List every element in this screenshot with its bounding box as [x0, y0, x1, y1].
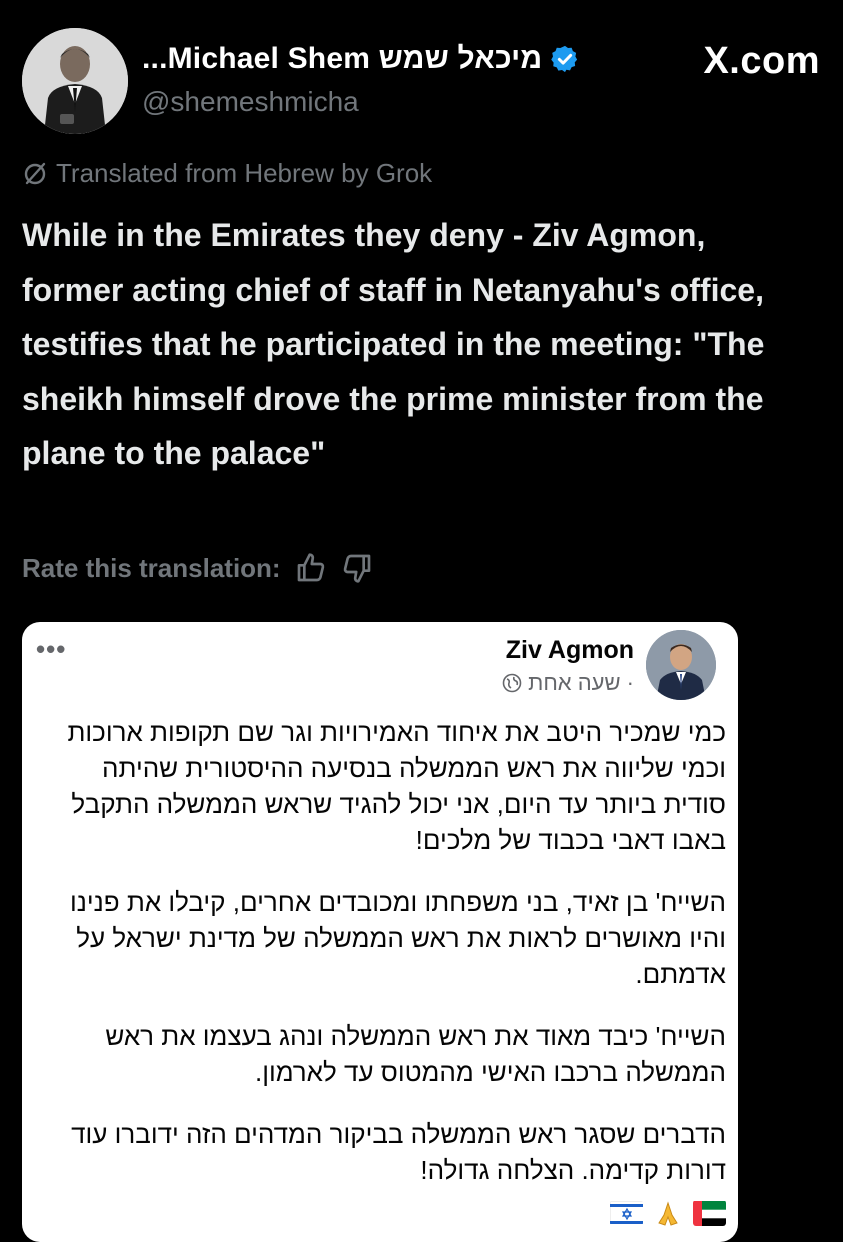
- globe-icon: [502, 673, 522, 693]
- tweet-header: ...Michael Shem מיכאל שמש @shemeshmicha …: [22, 28, 822, 138]
- avatar-image: [22, 28, 128, 134]
- card-avatar-image: [646, 630, 716, 700]
- rate-label: Rate this translation:: [22, 552, 281, 583]
- translation-label: Translated from Hebrew by Grok: [56, 158, 433, 188]
- embedded-post-card[interactable]: ••• Ziv Agmon שעה אחת · כמי שמכיר היטב א…: [22, 622, 738, 1242]
- uae-flag-icon: [692, 1200, 726, 1226]
- card-paragraph: כמי שמכיר היטב את איחוד האמירויות וגר שם…: [67, 717, 726, 855]
- card-author-name[interactable]: Ziv Agmon: [506, 636, 634, 665]
- card-paragraph: השייח' כיבד מאוד את ראש הממשלה ונהג בעצמ…: [105, 1021, 726, 1087]
- card-paragraph: השייח' בן זאיד, בני משפחתו ומכובדים אחרי…: [70, 887, 726, 989]
- emoji-row: [610, 1200, 726, 1226]
- translate-icon: [24, 162, 46, 184]
- rate-translation: Rate this translation:: [22, 552, 373, 584]
- thumbs-up-icon[interactable]: [295, 552, 327, 584]
- site-logo: X.com: [703, 40, 820, 82]
- user-handle[interactable]: @shemeshmicha: [142, 86, 359, 118]
- translation-notice: Translated from Hebrew by Grok: [22, 158, 432, 189]
- verified-badge-icon: [551, 45, 578, 73]
- card-body: כמי שמכיר היטב את איחוד האמירויות וגר שם…: [36, 714, 726, 1226]
- thumbs-down-icon[interactable]: [341, 552, 373, 584]
- profile-avatar[interactable]: [22, 28, 128, 134]
- card-paragraph: הדברים שסגר ראש הממשלה בביקור המדהים הזה…: [71, 1119, 726, 1185]
- israel-flag-icon: [610, 1200, 644, 1226]
- name-row: ...Michael Shem מיכאל שמש: [142, 42, 580, 76]
- praying-hands-icon: [651, 1200, 684, 1226]
- display-name[interactable]: ...Michael Shem מיכאל שמש: [142, 42, 542, 76]
- more-options-icon[interactable]: •••: [36, 634, 66, 665]
- post-time: שעה אחת ·: [528, 670, 634, 695]
- card-meta: שעה אחת ·: [502, 670, 634, 696]
- tweet-text: While in the Emirates they deny - Ziv Ag…: [22, 217, 765, 471]
- card-author-avatar[interactable]: [646, 630, 716, 700]
